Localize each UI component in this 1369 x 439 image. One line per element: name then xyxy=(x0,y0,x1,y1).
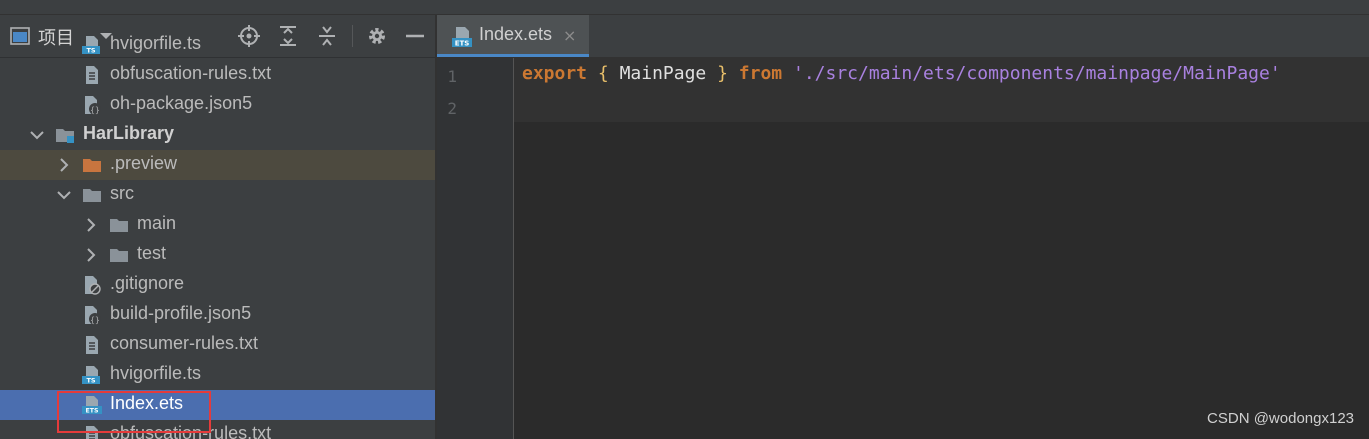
typescript-file-icon: TS xyxy=(82,35,102,55)
tree-item[interactable]: test xyxy=(0,240,435,270)
import-path-string: './src/main/ets/components/mainpage/Main… xyxy=(793,63,1281,84)
tree-item[interactable]: TS hvigorfile.ts xyxy=(0,30,435,60)
gitignore-file-icon xyxy=(82,275,102,295)
tree-item[interactable]: .preview xyxy=(0,150,435,180)
title-strip xyxy=(0,0,1369,15)
tree-item-label: build-profile.json5 xyxy=(110,303,252,323)
editor-tab-bar: ETS Index.ets × xyxy=(437,15,1369,58)
svg-text:TS: TS xyxy=(86,377,95,385)
folder-icon xyxy=(109,245,129,265)
line-number: 2 xyxy=(447,99,457,118)
orange-folder-icon xyxy=(82,155,102,175)
tree-item-label: consumer-rules.txt xyxy=(110,333,259,353)
chevron-right-icon[interactable] xyxy=(56,157,72,173)
tree-item[interactable]: main xyxy=(0,210,435,240)
tree-item-label: oh-package.json5 xyxy=(110,93,253,113)
typescript-file-icon: TS xyxy=(82,365,102,385)
tree-item[interactable]: TS hvigorfile.ts xyxy=(0,360,435,390)
svg-text:{}: {} xyxy=(90,106,100,115)
tab-index-ets[interactable]: ETS Index.ets × xyxy=(437,15,589,57)
svg-text:{}: {} xyxy=(90,316,100,325)
tree-item[interactable]: obfuscation-rules.txt xyxy=(0,60,435,90)
text-file-icon xyxy=(82,335,102,355)
svg-text:ETS: ETS xyxy=(455,40,470,48)
watermark: CSDN @wodongx123 xyxy=(1207,410,1354,427)
chevron-right-icon[interactable] xyxy=(83,247,99,263)
identifier-mainpage: MainPage xyxy=(619,63,707,84)
tree-item-label: .preview xyxy=(110,153,178,173)
tree-item[interactable]: {} build-profile.json5 xyxy=(0,300,435,330)
code-line[interactable]: export { MainPage } from './src/main/ets… xyxy=(522,63,1281,84)
keyword-export: export xyxy=(522,63,588,84)
json5-file-icon: {} xyxy=(82,305,102,325)
close-icon[interactable]: × xyxy=(563,26,576,45)
code-editor[interactable]: export { MainPage } from './src/main/ets… xyxy=(514,58,1369,439)
json5-file-icon: {} xyxy=(82,95,102,115)
tree-item-label: .gitignore xyxy=(110,273,185,293)
tree-item-label: obfuscation-rules.txt xyxy=(110,63,272,83)
svg-text:TS: TS xyxy=(86,47,95,55)
line-number-gutter: 1 2 xyxy=(437,58,514,439)
chevron-down-icon[interactable] xyxy=(29,127,45,143)
ets-file-icon: ETS xyxy=(452,27,472,48)
tree-item-label: hvigorfile.ts xyxy=(110,363,202,383)
folder-icon xyxy=(109,215,129,235)
tree-item[interactable]: consumer-rules.txt xyxy=(0,330,435,360)
text-file-icon xyxy=(82,65,102,85)
tree-item[interactable]: src xyxy=(0,180,435,210)
tree-item[interactable]: .gitignore xyxy=(0,270,435,300)
tree-item[interactable]: {} oh-package.json5 xyxy=(0,90,435,120)
tab-label: Index.ets xyxy=(479,24,553,44)
chevron-right-icon[interactable] xyxy=(83,217,99,233)
brace-close: } xyxy=(717,63,728,84)
keyword-from: from xyxy=(738,63,783,84)
annotation-highlight-box xyxy=(57,391,211,433)
module-folder-icon xyxy=(55,125,75,145)
brace-open: { xyxy=(597,63,609,84)
tree-item-label: main xyxy=(137,213,177,233)
folder-icon xyxy=(82,185,102,205)
tree-item-label: HarLibrary xyxy=(83,123,175,143)
project-tool-window: 项目 TS hvigorfile.ts obfuscation-rules.txt{… xyxy=(0,15,435,439)
line-number: 1 xyxy=(447,67,457,86)
editor-area: ETS Index.ets × 1 2 export { MainPage } … xyxy=(437,15,1369,439)
tree-item-label: hvigorfile.ts xyxy=(110,33,202,53)
tree-item-label: src xyxy=(110,183,134,203)
tree-item-label: test xyxy=(137,243,167,263)
tree-item[interactable]: HarLibrary xyxy=(0,120,435,150)
chevron-down-icon[interactable] xyxy=(56,187,72,203)
